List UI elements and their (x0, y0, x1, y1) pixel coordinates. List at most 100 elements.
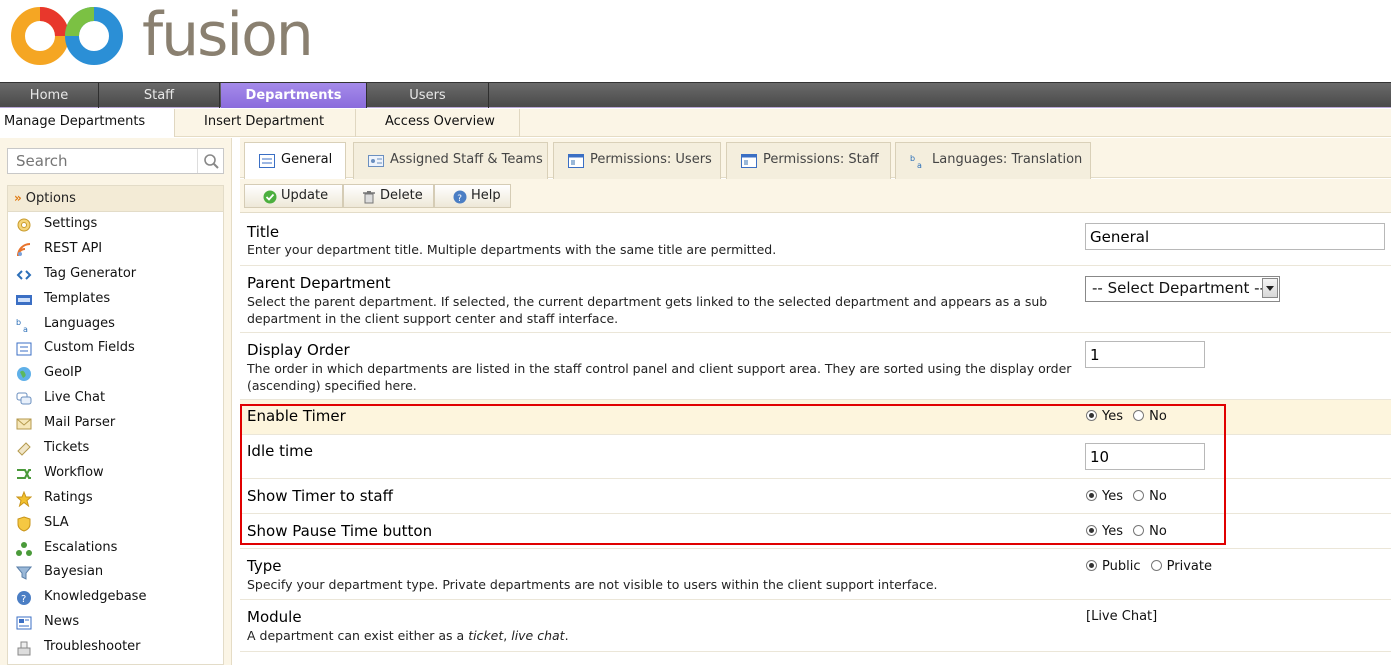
module-desc-chat: live chat (511, 628, 565, 643)
radio-label: Private (1166, 559, 1212, 574)
idle-time-input[interactable] (1085, 443, 1205, 470)
sidebar-item-label: News (44, 614, 80, 630)
help-icon: ? (17, 591, 31, 606)
options-header[interactable]: » Options (8, 186, 223, 212)
sidebar-item-settings[interactable]: Settings (8, 212, 223, 237)
sidebar-item-templates[interactable]: Templates (8, 287, 223, 312)
id-card-icon (368, 155, 384, 167)
translate-icon: ba (910, 154, 922, 168)
svg-text:?: ? (21, 594, 26, 605)
sidebar-item-workflow[interactable]: Workflow (8, 461, 223, 486)
subnav-manage-departments[interactable]: Manage Departments (0, 109, 175, 137)
show-pause-no-radio[interactable] (1133, 525, 1145, 536)
sidebar-item-live-chat[interactable]: Live Chat (8, 386, 223, 411)
brand-name: fusion (142, 0, 314, 70)
filter-icon (16, 566, 32, 581)
update-button[interactable]: Update (244, 184, 343, 208)
sidebar-item-news[interactable]: News (8, 610, 223, 635)
tab-languages-translation[interactable]: b a Languages: Translation (895, 142, 1091, 179)
gear-icon (17, 218, 31, 232)
type-public-radio[interactable] (1086, 560, 1097, 571)
tab-permissions-staff[interactable]: Permissions: Staff (726, 142, 891, 179)
enable-timer-no-radio[interactable] (1133, 410, 1145, 421)
parent-department-select[interactable]: -- Select Department -- (1085, 276, 1280, 302)
sidebar-item-label: GeoIP (44, 365, 82, 381)
sidebar-item-tickets[interactable]: Tickets (8, 436, 223, 461)
help-icon: ? (453, 190, 467, 204)
sidebar-item-custom-fields[interactable]: Custom Fields (8, 336, 223, 361)
toolbar: Update Delete ? Help (240, 179, 1391, 213)
sidebar-item-label: Workflow (44, 464, 104, 480)
sidebar-item-label: Settings (44, 216, 98, 231)
sidebar-item-label: SLA (44, 514, 69, 530)
enable-timer-yes-radio[interactable] (1086, 410, 1097, 421)
tab-label: Permissions: Users (590, 152, 712, 167)
svg-text:b: b (16, 318, 21, 327)
show-timer-radio-group: Yes No (1086, 489, 1173, 505)
sidebar-item-languages[interactable]: b a Languages (8, 312, 223, 337)
title-input[interactable] (1085, 223, 1385, 250)
sidebar-item-tag-generator[interactable]: Tag Generator (8, 262, 223, 287)
show-timer-yes-radio[interactable] (1086, 490, 1097, 501)
sidebar-item-knowledgebase[interactable]: ? Knowledgebase (8, 585, 223, 610)
fusion-logo-icon[interactable] (8, 4, 128, 68)
parent-department-label: Parent Department (247, 274, 391, 292)
content-tabs: General Assigned Staff & Teams Permissio… (240, 138, 1391, 180)
type-private-radio[interactable] (1150, 560, 1162, 571)
tab-label: Languages: Translation (932, 152, 1083, 167)
module-value: [Live Chat] (1086, 609, 1158, 624)
tab-permissions-users[interactable]: Permissions: Users (553, 142, 721, 179)
type-description: Specify your department type. Private de… (247, 577, 938, 592)
globe-icon (17, 367, 31, 382)
news-icon (16, 616, 32, 630)
sidebar-item-label: Ratings (44, 489, 93, 505)
sidebar-item-label: Bayesian (44, 564, 104, 580)
radio-label: Yes (1102, 409, 1123, 424)
main-nav: Home Staff Departments Users (0, 82, 1391, 108)
show-timer-no-radio[interactable] (1133, 490, 1145, 501)
double-chevron-icon: » (14, 191, 22, 205)
form-row-display-order: Display Order The order in which departm… (240, 333, 1391, 400)
sidebar-item-ratings[interactable]: Ratings (8, 486, 223, 511)
show-pause-yes-radio[interactable] (1086, 525, 1097, 536)
nav-tab-users[interactable]: Users (367, 83, 489, 108)
sidebar-item-bayesian[interactable]: Bayesian (8, 560, 223, 585)
sidebar-item-label: Languages (44, 315, 115, 331)
subnav-access-overview[interactable]: Access Overview (356, 109, 520, 137)
check-icon (263, 190, 277, 204)
sidebar-item-escalations[interactable]: Escalations (8, 536, 223, 561)
chevron-down-icon[interactable] (1262, 278, 1278, 298)
type-radio-group: Public Private (1086, 559, 1218, 575)
sidebar-item-rest-api[interactable]: REST API (8, 237, 223, 262)
tab-general[interactable]: General (244, 142, 346, 180)
nav-tab-departments[interactable]: Departments (221, 83, 367, 108)
workflow-icon (17, 468, 31, 479)
sidebar-item-label: Custom Fields (44, 340, 135, 356)
sidebar-item-label: Mail Parser (44, 415, 116, 431)
subnav-insert-department[interactable]: Insert Department (175, 109, 356, 137)
delete-button[interactable]: Delete (343, 184, 434, 208)
star-icon (16, 490, 32, 507)
search-icon[interactable] (197, 149, 223, 173)
form-icon (259, 154, 275, 168)
display-order-input[interactable] (1085, 341, 1205, 368)
display-order-label: Display Order (247, 341, 350, 359)
sidebar-item-mail-parser[interactable]: Mail Parser (8, 411, 223, 436)
sidebar-item-geoip[interactable]: GeoIP (8, 361, 223, 386)
ticket-icon (17, 442, 31, 456)
sidebar-item-sla[interactable]: SLA (8, 511, 223, 536)
app-header: fusion (0, 0, 1391, 80)
tab-assigned-staff-teams[interactable]: Assigned Staff & Teams (353, 142, 548, 179)
sub-nav: Manage Departments Insert Department Acc… (0, 109, 1391, 137)
sidebar-item-troubleshooter[interactable]: Troubleshooter (8, 635, 223, 660)
show-timer-label: Show Timer to staff (247, 487, 393, 505)
module-label: Module (247, 608, 302, 626)
update-label: Update (281, 188, 329, 203)
nav-tab-home[interactable]: Home (0, 83, 99, 108)
mail-icon (16, 418, 32, 430)
nav-tab-staff[interactable]: Staff (99, 83, 220, 108)
search-input[interactable] (8, 149, 198, 173)
svg-text:?: ? (457, 194, 462, 204)
help-button[interactable]: ? Help (434, 184, 511, 208)
module-description: A department can exist either as a ticke… (247, 627, 569, 644)
